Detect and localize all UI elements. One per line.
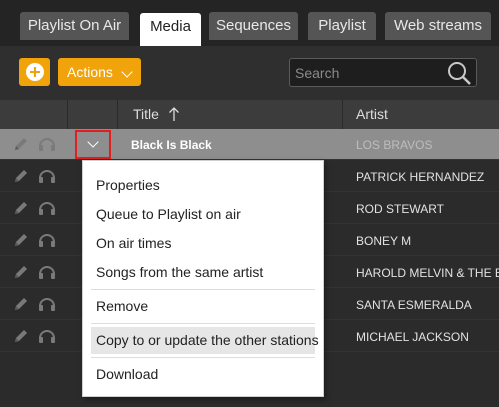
actions-label: Actions bbox=[67, 64, 113, 80]
pencil-icon[interactable] bbox=[13, 328, 29, 349]
headphones-icon[interactable] bbox=[38, 296, 56, 317]
headphones-icon[interactable] bbox=[38, 136, 56, 157]
pencil-icon[interactable] bbox=[13, 200, 29, 221]
menu-item-queue-to-playlist[interactable]: Queue to Playlist on air bbox=[91, 201, 315, 228]
tab-web-streams[interactable]: Web streams bbox=[385, 12, 491, 40]
row-artist: LOS BRAVOS bbox=[356, 138, 433, 152]
chevron-down-icon bbox=[121, 66, 133, 78]
pencil-icon[interactable] bbox=[13, 232, 29, 253]
headphones-icon[interactable] bbox=[38, 168, 56, 189]
headphones-icon[interactable] bbox=[38, 232, 56, 253]
tab-sequences[interactable]: Sequences bbox=[209, 12, 298, 40]
column-divider bbox=[342, 100, 343, 129]
headphones-icon[interactable] bbox=[38, 328, 56, 349]
row-artist: ROD STEWART bbox=[356, 202, 445, 216]
row-artist: SANTA ESMERALDA bbox=[356, 298, 472, 312]
headphones-icon[interactable] bbox=[38, 264, 56, 285]
row-artist: BONEY M bbox=[356, 234, 412, 248]
column-divider bbox=[117, 100, 118, 129]
chevron-down-icon bbox=[87, 136, 99, 148]
pencil-icon[interactable] bbox=[13, 264, 29, 285]
tab-playlist[interactable]: Playlist bbox=[308, 12, 376, 40]
menu-item-same-artist[interactable]: Songs from the same artist bbox=[91, 259, 315, 286]
column-divider bbox=[67, 100, 68, 129]
sort-ascending-icon bbox=[168, 106, 180, 127]
menu-separator bbox=[91, 357, 315, 358]
menu-item-properties[interactable]: Properties bbox=[91, 172, 315, 199]
search-icon[interactable] bbox=[446, 60, 472, 91]
context-menu: Properties Queue to Playlist on air On a… bbox=[82, 160, 324, 397]
pencil-icon[interactable] bbox=[13, 296, 29, 317]
column-header-artist[interactable]: Artist bbox=[356, 106, 388, 122]
menu-item-copy-to-stations[interactable]: Copy to or update the other stations bbox=[91, 327, 319, 354]
headphones-icon[interactable] bbox=[38, 200, 56, 221]
row-artist: MICHAEL JACKSON bbox=[356, 330, 469, 344]
column-header-title[interactable]: Title bbox=[133, 106, 159, 122]
menu-separator bbox=[91, 323, 315, 324]
row-artist: PATRICK HERNANDEZ bbox=[356, 170, 485, 184]
search-box bbox=[289, 58, 477, 87]
row-artist: HAROLD MELVIN & THE BLUE NOTES bbox=[356, 266, 499, 280]
plus-circle-icon bbox=[25, 63, 44, 81]
add-button[interactable] bbox=[19, 58, 50, 86]
tab-playlist-on-air[interactable]: Playlist On Air bbox=[20, 12, 129, 40]
menu-item-on-air-times[interactable]: On air times bbox=[91, 230, 315, 257]
row-menu-toggle-button[interactable] bbox=[75, 130, 111, 159]
tab-media[interactable]: Media bbox=[140, 13, 201, 46]
pencil-icon[interactable] bbox=[13, 168, 29, 189]
menu-item-remove[interactable]: Remove bbox=[91, 293, 315, 320]
tab-bar: Playlist On Air Media Sequences Playlist… bbox=[0, 0, 499, 46]
table-header bbox=[0, 100, 499, 129]
pencil-icon[interactable] bbox=[13, 136, 29, 157]
actions-button[interactable]: Actions bbox=[58, 58, 141, 86]
menu-separator bbox=[91, 289, 315, 290]
search-input[interactable] bbox=[295, 62, 445, 83]
menu-item-download[interactable]: Download bbox=[91, 361, 315, 388]
row-title: Black Is Black bbox=[131, 138, 212, 152]
